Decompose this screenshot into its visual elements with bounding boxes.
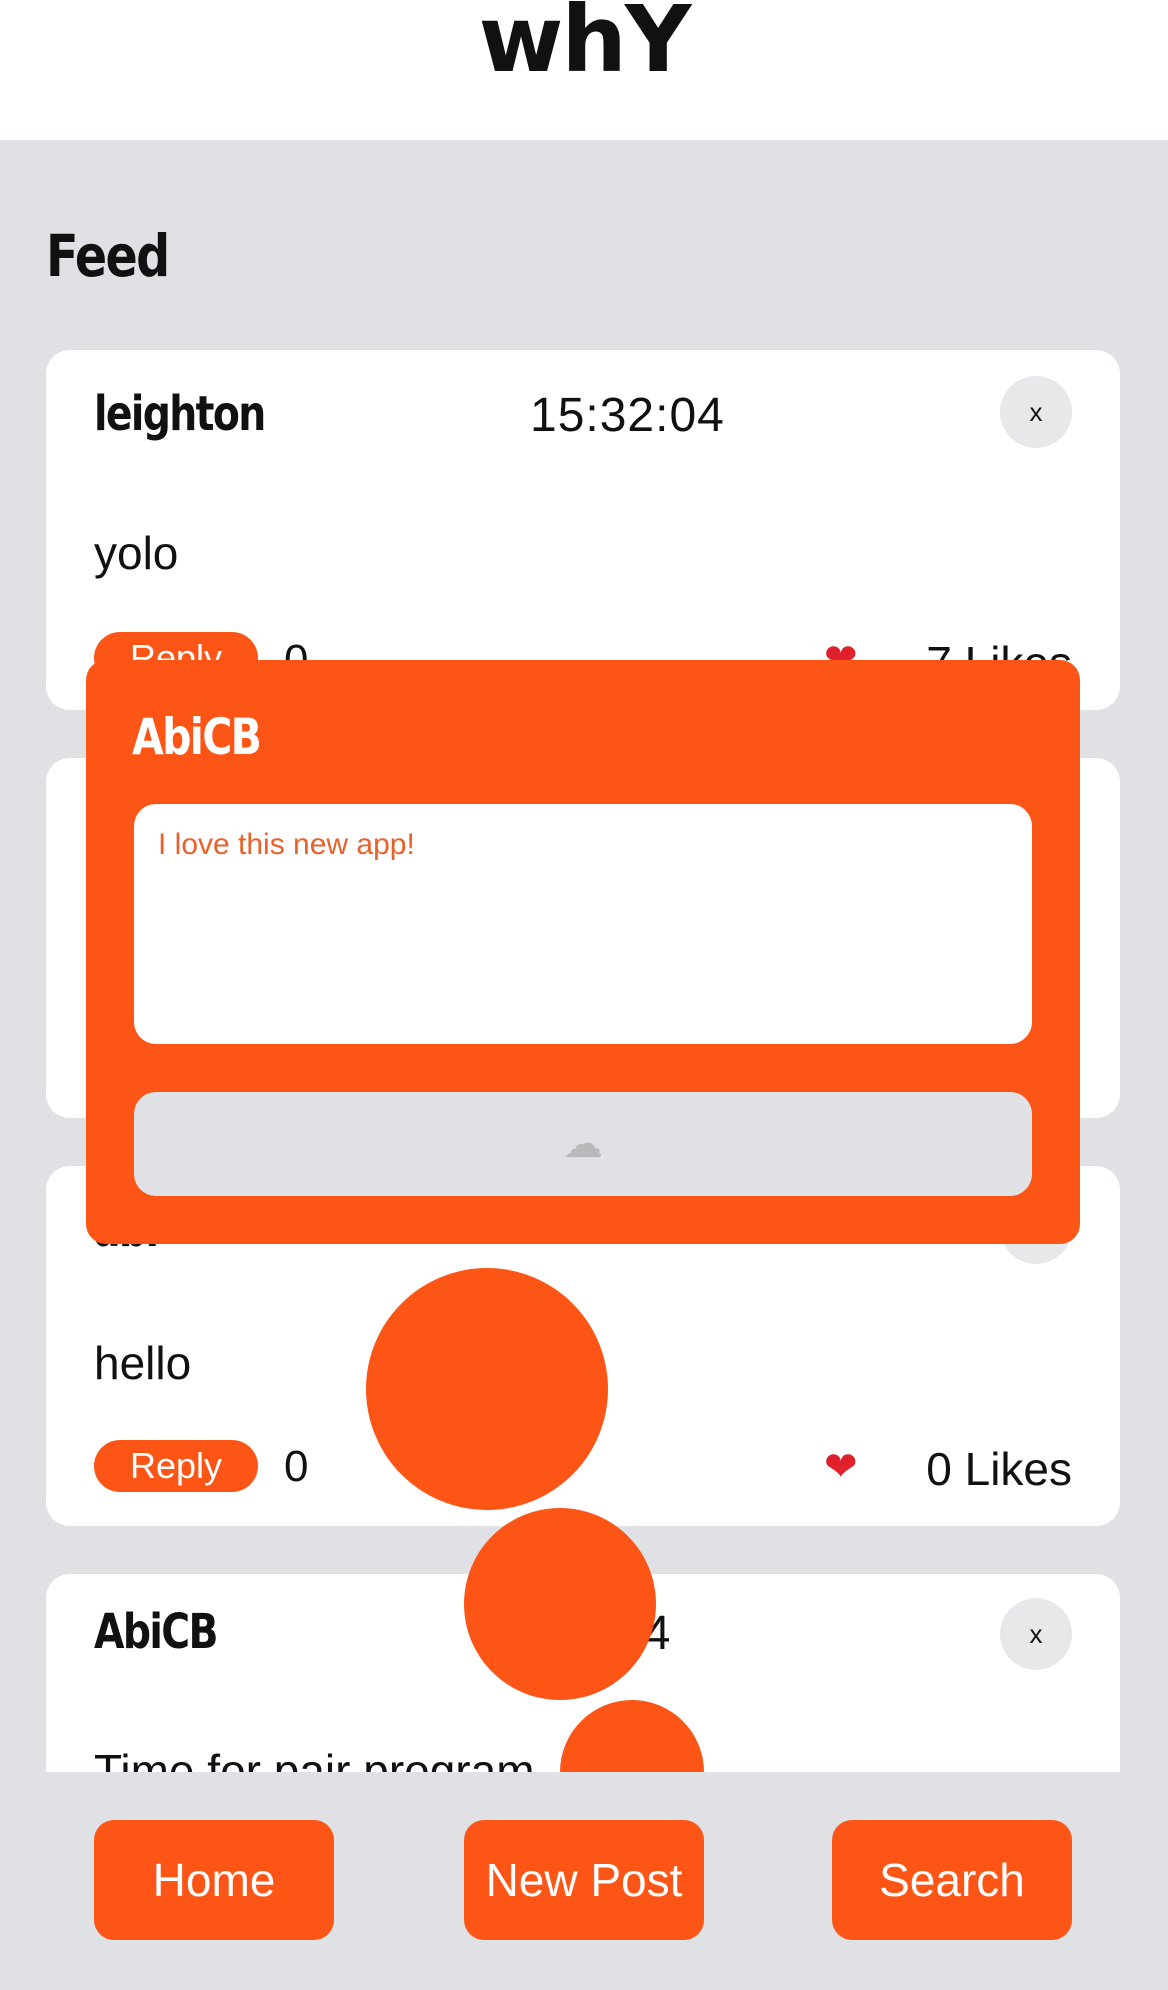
reply-input[interactable]: I love this new app!	[134, 804, 1032, 1044]
likes-count: 0 Likes	[926, 1443, 1072, 1495]
delete-post-button[interactable]: x	[1000, 1598, 1072, 1670]
app-title: whY	[478, 0, 691, 93]
post-username[interactable]: leighton	[94, 386, 266, 442]
thought-bubble-icon: ☁	[563, 1122, 603, 1166]
decorative-circle	[464, 1508, 656, 1700]
post-content: yolo	[94, 527, 179, 579]
page-title: Feed	[46, 222, 170, 290]
heart-icon[interactable]: ❤	[824, 1444, 858, 1490]
submit-reply-button[interactable]: ☁	[134, 1092, 1032, 1196]
reply-button[interactable]: Reply	[94, 1440, 258, 1492]
reply-count: 0	[284, 1442, 309, 1491]
decorative-circle	[366, 1268, 608, 1510]
post-content: hello	[94, 1337, 192, 1389]
post-card: leighton 15:32:04 x yolo Reply 0 ❤ 7 Lik…	[46, 350, 1120, 710]
modal-username: AbiCB	[132, 708, 262, 766]
nav-search-button[interactable]: Search	[832, 1820, 1072, 1940]
post-username[interactable]: AbiCB	[94, 1604, 218, 1660]
post-content: Time for pair program	[94, 1745, 535, 1772]
post-time: 15:32:04	[530, 389, 725, 442]
delete-post-button[interactable]: x	[1000, 376, 1072, 448]
nav-new-post-button[interactable]: New Post	[464, 1820, 704, 1940]
nav-home-button[interactable]: Home	[94, 1820, 334, 1940]
reply-modal: AbiCB I love this new app! ☁	[86, 660, 1080, 1244]
app-header: whY	[0, 0, 1168, 140]
